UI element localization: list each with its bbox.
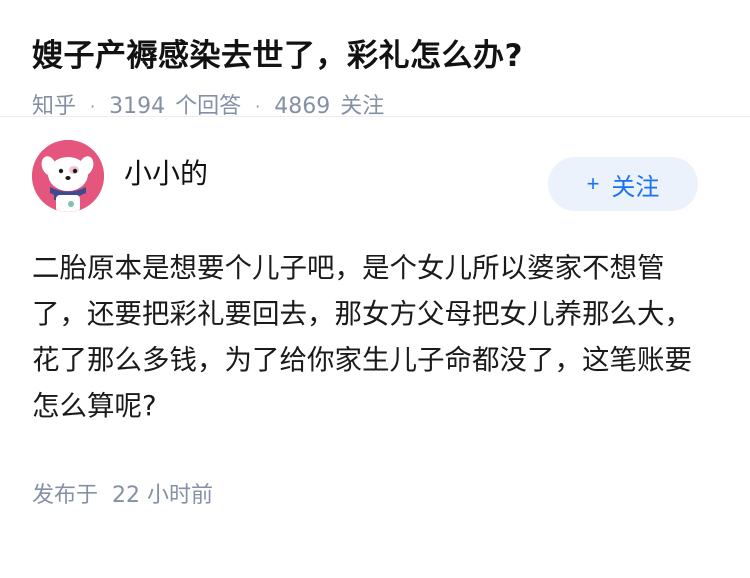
publish-label: 发布于 [32, 483, 99, 508]
cartoon-dog-avatar-icon [32, 140, 104, 212]
question-title[interactable]: 嫂子产褥感染去世了，彩礼怎么办? [32, 34, 718, 78]
publish-time-value: 22 小时前 [112, 483, 214, 508]
author-row: 小小的 + 关注 [32, 117, 718, 235]
answer-content[interactable]: 二胎原本是想要个儿子吧，是个女儿所以婆家不想管了，还要把彩礼要回去，那女方父母把… [32, 245, 718, 429]
plus-icon: + [586, 171, 600, 196]
follow-button[interactable]: + 关注 [548, 157, 698, 211]
author-name[interactable]: 小小的 [124, 152, 208, 192]
question-header: 嫂子产褥感染去世了，彩礼怎么办? 知乎 · 3194 个回答 · 4869 关注 [0, 0, 750, 119]
answer-card: 小小的 + 关注 二胎原本是想要个儿子吧，是个女儿所以婆家不想管了，还要把彩礼要… [0, 117, 750, 509]
publish-time: 发布于 22 小时前 [32, 477, 718, 509]
follow-button-label: 关注 [611, 173, 660, 201]
author-avatar[interactable] [32, 140, 104, 212]
